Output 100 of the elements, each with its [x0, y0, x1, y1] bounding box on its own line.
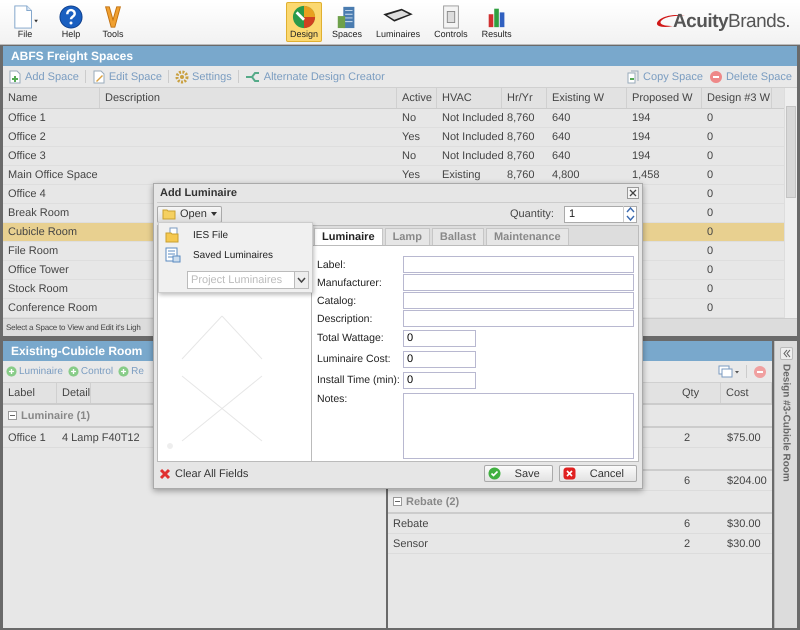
table-cell: 640	[552, 112, 570, 124]
table-cell: 8,760	[507, 150, 535, 162]
notes-field[interactable]	[403, 393, 634, 459]
module-tab[interactable]: Luminaires	[372, 2, 424, 42]
table-cell: Not Included	[442, 131, 504, 143]
table-cell: $204.00	[727, 474, 767, 486]
table-cell: 0	[707, 226, 714, 238]
column-header[interactable]: Hr/Yr	[502, 88, 547, 108]
dialog-title: Add Luminaire	[160, 187, 238, 199]
input-field[interactable]	[403, 310, 634, 327]
table-row[interactable]: Office 1 No Not Included 8,760 640 194 0	[3, 109, 784, 128]
column-header[interactable]: Qty	[677, 383, 721, 403]
design-icon	[291, 5, 317, 29]
module-tab[interactable]: Design	[286, 2, 322, 42]
collapse-toggle[interactable]	[8, 411, 17, 420]
column-header[interactable]: HVAC	[437, 88, 502, 108]
input-field[interactable]	[403, 274, 634, 291]
scrollbar[interactable]	[784, 88, 797, 318]
delete-button[interactable]	[753, 364, 767, 378]
table-cell: 0	[707, 112, 714, 124]
table-cell: Sensor	[393, 538, 428, 550]
plus-circle-icon	[6, 366, 17, 377]
check-icon	[488, 467, 501, 480]
field-label: Manufacturer:	[317, 276, 383, 288]
table-cell: 194	[632, 150, 650, 162]
folder-icon	[162, 208, 176, 220]
table-cell: 0	[707, 150, 714, 162]
table-cell: 4 Lamp F40T12	[62, 432, 140, 444]
table-cell: No	[402, 112, 416, 124]
module-tab[interactable]: Results	[478, 2, 516, 42]
input-field[interactable]: 0	[403, 330, 476, 346]
group-title: Luminaire (1)	[21, 410, 90, 422]
table-cell: Office 2	[8, 131, 46, 143]
table-cell: Conference Room	[8, 302, 98, 314]
table-cell: 1,458	[632, 169, 660, 181]
input-field[interactable]	[403, 256, 634, 273]
toolbar-button[interactable]: Help	[54, 2, 88, 42]
quantity-spinner[interactable]: 1	[564, 206, 637, 222]
tab[interactable]: Luminaire	[314, 228, 383, 245]
table-cell: Break Room	[8, 207, 70, 219]
plus-circle-icon	[118, 366, 130, 377]
column-header[interactable]: Label	[3, 383, 57, 403]
table-cell: 2	[684, 432, 690, 444]
close-button[interactable]	[627, 187, 639, 199]
field-label: Install Time (min):	[317, 374, 401, 386]
column-header[interactable]: Existing W	[547, 88, 627, 108]
panel-title: ABFS Freight Spaces	[3, 46, 797, 66]
table-row[interactable]: Office 3 No Not Included 8,760 640 194 0	[3, 147, 784, 166]
settings-icon	[175, 70, 190, 84]
column-header[interactable]: Description	[100, 88, 397, 108]
table-row[interactable]: Office 2 Yes Not Included 8,760 640 194 0	[3, 128, 784, 147]
input-field[interactable]: 0	[403, 350, 476, 368]
delete-icon	[708, 70, 723, 84]
toolbar-button[interactable]: Tools	[98, 2, 128, 42]
table-cell: 8,760	[507, 169, 535, 181]
column-header[interactable]: Detail	[57, 383, 92, 403]
table-cell: Not Included	[442, 150, 504, 162]
table-cell: 640	[552, 150, 570, 162]
column-header[interactable]: Proposed W	[627, 88, 702, 108]
table-cell: Rebate	[393, 518, 428, 530]
table-cell: Cubicle Room	[8, 226, 78, 238]
table-cell: 6	[684, 518, 690, 530]
module-tab[interactable]: Controls	[430, 2, 472, 42]
collapsed-panel-title[interactable]: Design #3-Cubicle Room	[780, 364, 792, 482]
column-header[interactable]: Active	[397, 88, 437, 108]
folder-icon	[165, 227, 181, 243]
table-cell: 640	[552, 131, 570, 143]
table-cell: Not Included	[442, 112, 504, 124]
open-menu-button[interactable]: Open	[157, 206, 222, 222]
windows-icon	[718, 364, 740, 378]
column-header[interactable]: Name	[3, 88, 100, 108]
field-label: Label:	[317, 258, 347, 270]
table-cell: 0	[707, 245, 714, 257]
column-header[interactable]: Design #3 W	[702, 88, 772, 108]
view-menu-button[interactable]	[718, 364, 740, 378]
cancel-button[interactable]: Cancel	[558, 465, 637, 482]
menu-item[interactable]: Saved Luminaires	[159, 245, 312, 265]
save-button[interactable]: Save	[484, 465, 553, 482]
column-header[interactable]: Cost	[721, 383, 772, 403]
module-tab[interactable]: Spaces	[328, 2, 366, 42]
table-cell: Office 1	[8, 112, 46, 124]
table-cell: 0	[707, 188, 714, 200]
tools-icon	[102, 5, 124, 29]
table-cell: $30.00	[727, 518, 761, 530]
table-cell: 0	[707, 283, 714, 295]
table-cell: Main Office Space	[8, 169, 98, 181]
table-cell: Office 1	[8, 432, 46, 444]
caret-icon	[210, 212, 217, 216]
expand-button[interactable]	[780, 347, 792, 360]
input-field[interactable]	[403, 292, 634, 309]
table-cell: Yes	[402, 131, 420, 143]
group-title: Rebate (2)	[406, 496, 460, 508]
caret-icon	[297, 277, 306, 283]
table-cell: 8,760	[507, 131, 535, 143]
collapse-toggle[interactable]	[393, 497, 402, 506]
table-cell: 0	[707, 131, 714, 143]
clear-button[interactable]: Clear All Fields	[159, 468, 248, 480]
toolbar-button[interactable]: File	[6, 2, 44, 42]
menu-item[interactable]: IES File	[159, 225, 312, 245]
input-field[interactable]: 0	[403, 372, 476, 388]
